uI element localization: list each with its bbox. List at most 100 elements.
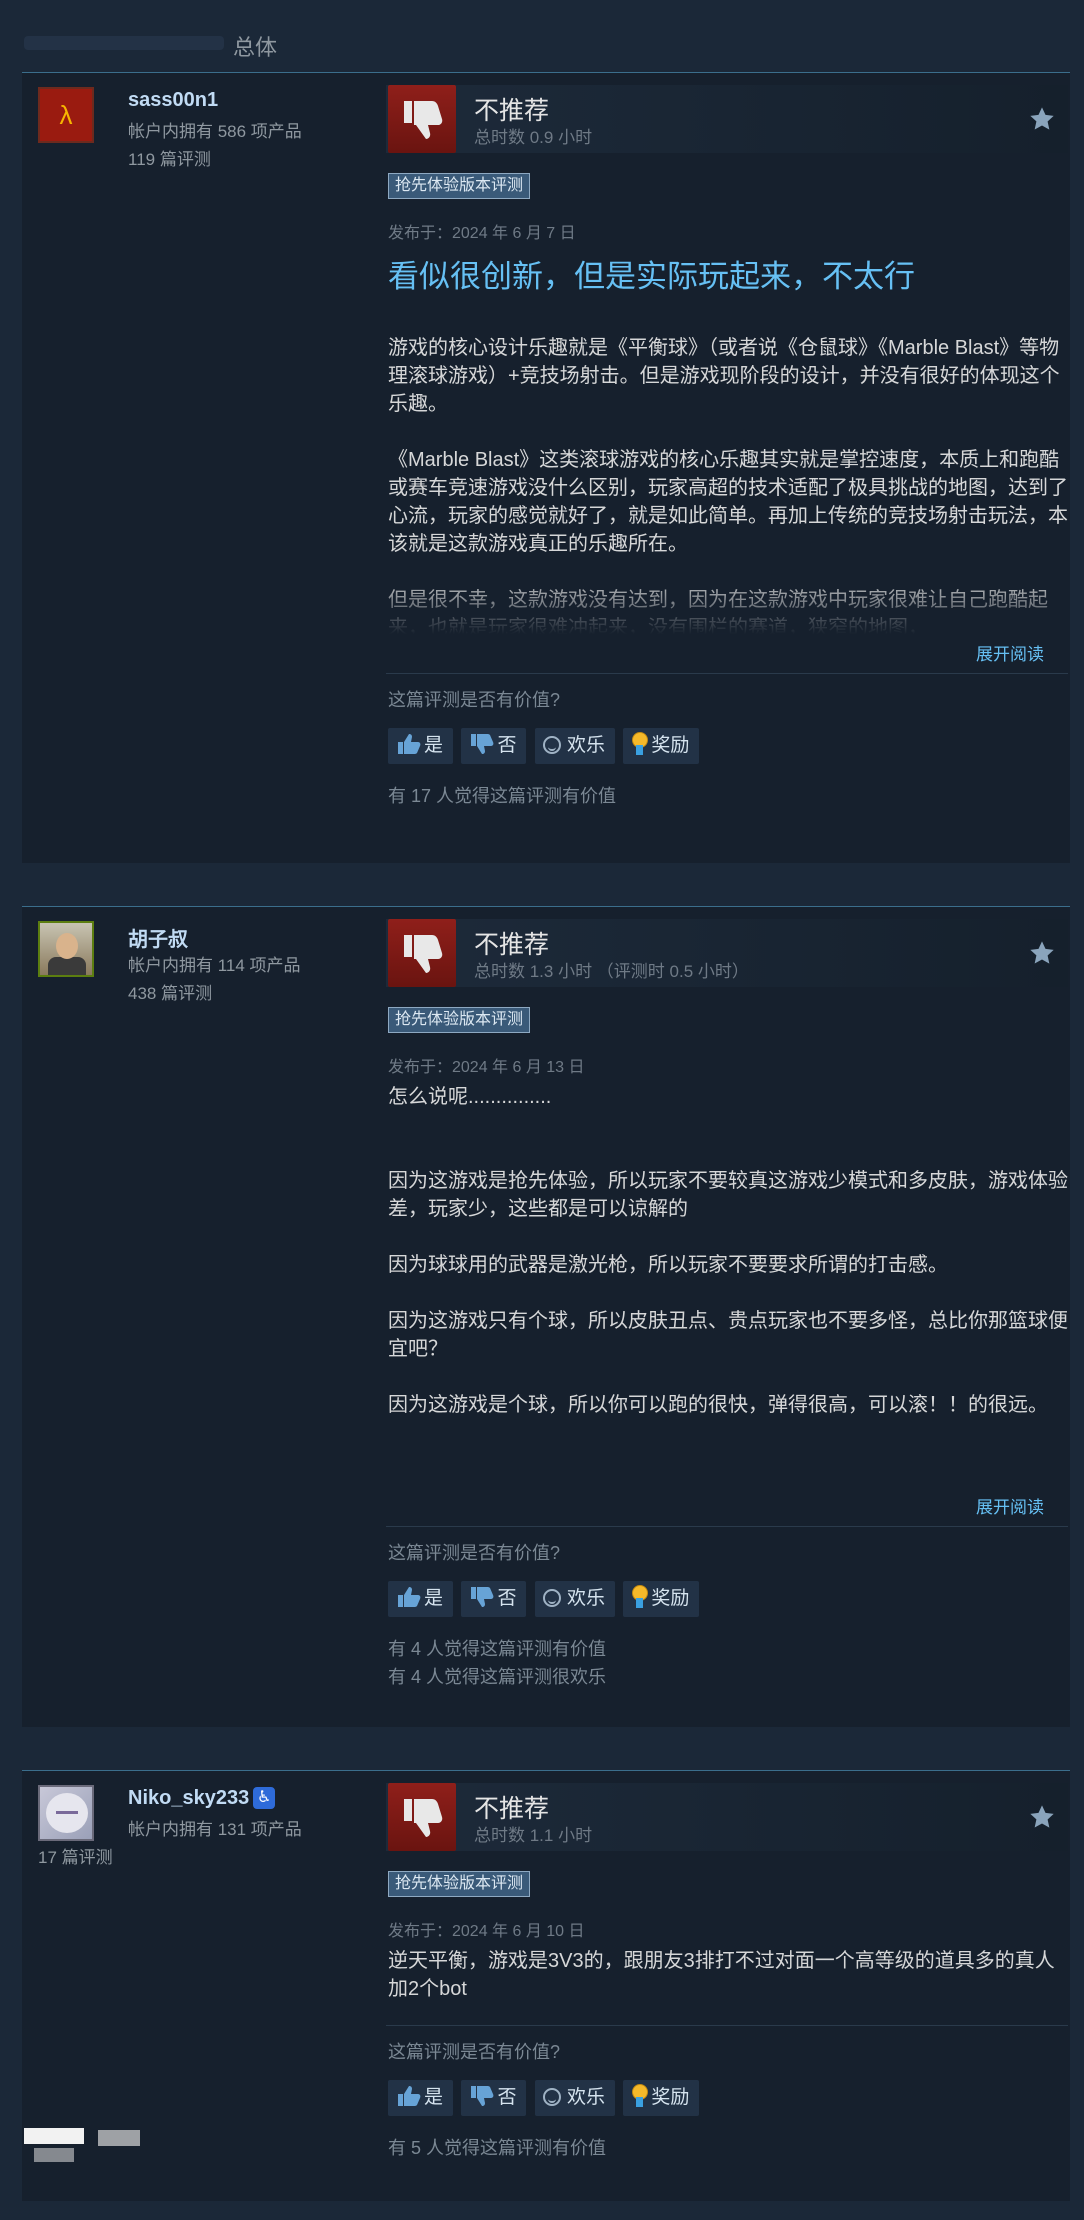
found-funny-count: 有 4 人觉得这篇评测很欢乐 [388,1667,607,1687]
reviewer-review-count[interactable]: 17 篇评测 [38,1843,113,1868]
review-paragraph: 《Marble Blast》这类滚球游戏的核心乐趣其实就是掌控速度，本质上和跑酷… [388,449,1068,555]
review-body: 不推荐 总时数 0.9 小时 抢先体验版本评测 发布于：2024 年 6 月 7… [386,85,1068,810]
award-star-icon[interactable] [1028,105,1056,133]
thumbs-down-icon [388,85,456,153]
review-paragraph: 逆天平衡，游戏是3V3的，跟朋友3排打不过对面一个高等级的道具多的真人加2个bo… [388,1950,1055,2000]
vote-yes-button[interactable]: 是 [388,1581,454,1617]
early-access-badge: 抢先体验版本评测 [388,1007,531,1033]
verdict-header[interactable]: 不推荐 总时数 0.9 小时 [386,85,1068,153]
review-card: λ sass00n1 帐户内拥有 586 项产品 119 篇评测 不推荐 总时数… [22,72,1070,863]
vote-yes-label: 是 [424,735,444,756]
award-button[interactable]: 奖励 [623,728,700,764]
filter-overall-tab[interactable]: 总体 [233,30,277,62]
verdict-header[interactable]: 不推荐 总时数 1.3 小时 （评测时 0.5 小时） [386,919,1068,987]
vote-funny-button[interactable]: 欢乐 [534,2080,615,2116]
smile-icon [542,1589,561,1607]
playtime: 总时数 1.3 小时 （评测时 0.5 小时） [474,962,749,981]
reviewer-products[interactable]: 帐户内拥有 114 项产品 [128,951,301,976]
award-medal-icon [631,731,649,757]
vote-no-label: 否 [497,2087,517,2108]
vote-no-button[interactable]: 否 [461,1581,527,1617]
vote-no-button[interactable]: 否 [461,728,527,764]
thumbs-down-icon [471,2086,494,2106]
reviewer-review-count[interactable]: 438 篇评测 [128,979,212,1004]
vote-buttons: 是 否 欢乐 奖励 [388,1581,1068,1617]
divider [386,1526,1068,1527]
reviewer-name[interactable]: 胡子叔 [128,923,188,952]
playtime: 总时数 0.9 小时 [474,128,593,147]
avatar[interactable] [38,921,94,977]
vote-buttons: 是 否 欢乐 奖励 [388,2080,1068,2116]
expand-review-link[interactable]: 展开阅读 [386,1493,1044,1518]
award-button[interactable]: 奖励 [623,1581,700,1617]
review-text: 逆天平衡，游戏是3V3的，跟朋友3排打不过对面一个高等级的道具多的真人加2个bo… [388,1947,1068,2003]
thumbs-up-icon [398,2086,421,2106]
thumbs-down-icon [388,1783,456,1851]
vote-funny-button[interactable]: 欢乐 [534,1581,615,1617]
review-text: 游戏的核心设计乐趣就是《平衡球》（或者说《仓鼠球》《Marble Blast》等… [388,334,1068,634]
reviewer-name[interactable]: Niko_sky233 ♿ [128,1787,276,1810]
vote-buttons: 是 否 欢乐 奖励 [388,728,1068,764]
vote-no-label: 否 [497,735,517,756]
accessibility-icon: ♿ [253,1787,276,1809]
helpful-question: 这篇评测是否有价值? [388,2042,561,2062]
thumbs-down-icon [471,1587,494,1607]
early-access-badge: 抢先体验版本评测 [388,173,531,199]
verdict-title: 不推荐 [474,931,550,959]
review-body: 不推荐 总时数 1.1 小时 抢先体验版本评测 发布于：2024 年 6 月 1… [386,1783,1068,2162]
review-body: 不推荐 总时数 1.3 小时 （评测时 0.5 小时） 抢先体验版本评测 发布于… [386,919,1068,1691]
vote-funny-label: 欢乐 [566,735,605,756]
smile-icon [542,736,561,754]
divider [386,2025,1068,2026]
award-medal-icon [631,2083,649,2109]
found-helpful-count: 有 17 人觉得这篇评测有价值 [388,786,617,806]
thumbs-up-icon [398,734,421,754]
review-text: 怎么说呢............... 因为这游戏是抢先体验，所以玩家不要较真这… [388,1083,1068,1463]
reviewer-products[interactable]: 帐户内拥有 586 项产品 [128,117,302,142]
expand-review-link[interactable]: 展开阅读 [386,640,1044,665]
posted-date: 发布于：2024 年 6 月 7 日 [388,225,576,242]
playtime: 总时数 1.1 小时 [474,1826,593,1845]
helpful-question: 这篇评测是否有价值? [388,690,561,710]
vote-funny-button[interactable]: 欢乐 [534,728,615,764]
review-paragraph: 因为这游戏只有个球，所以皮肤丑点、贵点玩家也不要多怪，总比你那篮球便宜吧？ [388,1310,1068,1360]
thumbs-down-icon [388,919,456,987]
thumbs-down-icon [471,734,494,754]
helpful-question: 这篇评测是否有价值? [388,1543,561,1563]
review-paragraph: 因为这游戏是抢先体验，所以玩家不要较真这游戏少模式和多皮肤，游戏体验差，玩家少，… [388,1170,1068,1220]
vote-funny-label: 欢乐 [566,1588,605,1609]
award-button[interactable]: 奖励 [623,2080,700,2116]
divider [386,673,1068,674]
vote-yes-button[interactable]: 是 [388,728,454,764]
reviewer-name-text: Niko_sky233 [128,1787,250,1809]
vote-no-button[interactable]: 否 [461,2080,527,2116]
reviewer-products[interactable]: 帐户内拥有 131 项产品 [128,1815,302,1840]
vote-yes-button[interactable]: 是 [388,2080,454,2116]
review-paragraph: 游戏的核心设计乐趣就是《平衡球》（或者说《仓鼠球》《Marble Blast》等… [388,337,1060,415]
vote-funny-label: 欢乐 [566,2087,605,2108]
review-paragraph: 但是很不幸，这款游戏没有达到，因为在这款游戏中玩家很难让自己跑酷起来，也就是玩家… [388,589,1048,634]
watermark-overlay [24,2128,154,2168]
award-star-icon[interactable] [1028,1803,1056,1831]
vote-yes-label: 是 [424,2087,444,2108]
filter-bar: 总体 [0,0,1084,72]
found-helpful-count: 有 4 人觉得这篇评测有价值 [388,1639,607,1659]
posted-date: 发布于：2024 年 6 月 13 日 [388,1059,585,1076]
avatar[interactable] [38,1785,94,1841]
award-label: 奖励 [651,735,690,756]
verdict-title: 不推荐 [474,97,550,125]
review-card: 胡子叔 帐户内拥有 114 项产品 438 篇评测 不推荐 总时数 1.3 小时… [22,906,1070,1727]
award-label: 奖励 [651,2087,690,2108]
reviewer-name[interactable]: sass00n1 [128,89,218,112]
avatar[interactable]: λ [38,87,94,143]
review-paragraph: 因为这游戏是个球，所以你可以跑的很快，弹得很高，可以滚！！的很远。 [388,1394,1048,1416]
verdict-title: 不推荐 [474,1795,550,1823]
early-access-badge: 抢先体验版本评测 [388,1871,531,1897]
award-star-icon[interactable] [1028,939,1056,967]
review-paragraph: 因为球球用的武器是激光枪，所以玩家不要要求所谓的打击感。 [388,1254,948,1276]
thumbs-up-icon [398,1587,421,1607]
award-label: 奖励 [651,1588,690,1609]
reviewer-review-count[interactable]: 119 篇评测 [128,145,211,170]
verdict-header[interactable]: 不推荐 总时数 1.1 小时 [386,1783,1068,1851]
vote-no-label: 否 [497,1588,517,1609]
